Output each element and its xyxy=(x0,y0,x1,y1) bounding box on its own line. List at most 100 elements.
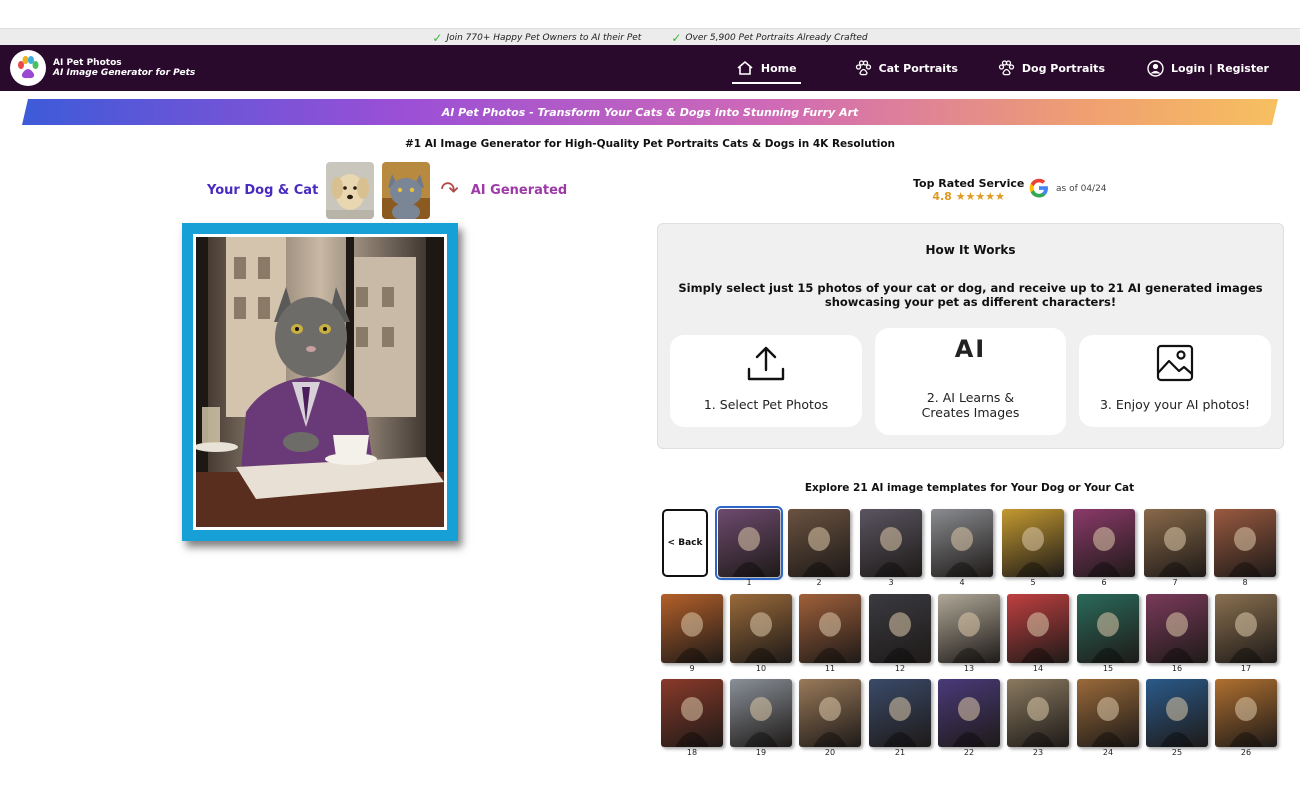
template-tile[interactable] xyxy=(869,594,931,663)
template-number: 11 xyxy=(824,664,836,673)
hero-banner: AI Pet Photos - Transform Your Cats & Do… xyxy=(22,99,1278,125)
template-number: 8 xyxy=(1242,578,1248,587)
nav-links: Home Cat Portraits Dog Portraits Login |… xyxy=(731,45,1300,91)
template-number: 10 xyxy=(755,664,767,673)
template-number: 24 xyxy=(1102,748,1114,757)
explore-title: Explore 21 AI image templates for Your D… xyxy=(804,482,1135,494)
template-tile[interactable] xyxy=(938,679,1000,747)
template-number: 25 xyxy=(1171,748,1183,757)
template-tile[interactable] xyxy=(661,594,723,663)
step-enjoy-photos[interactable]: 3. Enjoy your AI photos! xyxy=(1079,335,1271,427)
template-tile[interactable] xyxy=(730,679,792,747)
template-tile[interactable] xyxy=(931,509,993,577)
template-tile[interactable] xyxy=(799,594,861,663)
announcement-bar: ✓ Join 770+ Happy Pet Owners to AI their… xyxy=(0,28,1300,46)
step3-label: 3. Enjoy your AI photos! xyxy=(1099,397,1251,412)
nav-cat-portraits[interactable]: Cat Portraits xyxy=(855,45,958,91)
template-tile[interactable] xyxy=(1146,594,1208,663)
template-tile[interactable] xyxy=(715,506,783,580)
template-number: 20 xyxy=(824,748,836,757)
top-spacer xyxy=(0,0,1300,28)
template-tile[interactable] xyxy=(1146,679,1208,747)
rating-title: Top Rated Service xyxy=(913,177,1025,190)
nav-login-label: Login | Register xyxy=(1171,61,1269,75)
template-tile[interactable] xyxy=(730,594,792,663)
ai-generated-label: AI Generated xyxy=(470,182,568,198)
announcement-text: Over 5,900 Pet Portraits Already Crafted xyxy=(685,32,868,43)
nav-home-label: Home xyxy=(760,61,797,75)
back-button[interactable]: < Back xyxy=(662,509,708,577)
brand-tagline: AI Image Generator for Pets xyxy=(53,68,196,78)
template-tile[interactable] xyxy=(1073,509,1135,577)
template-tile[interactable] xyxy=(869,679,931,747)
template-tile[interactable] xyxy=(1002,509,1064,577)
announcement-item: ✓ Over 5,900 Pet Portraits Already Craft… xyxy=(671,31,867,45)
step-select-photos[interactable]: 1. Select Pet Photos xyxy=(670,335,862,427)
rating-date: as of 04/24 xyxy=(1056,184,1107,194)
template-tile[interactable] xyxy=(1144,509,1206,577)
how-title: How It Works xyxy=(925,243,1016,257)
step2-label: 2. AI Learns & Creates Images xyxy=(921,390,1020,420)
nav-home[interactable]: Home xyxy=(731,45,801,91)
paw-icon xyxy=(998,60,1015,76)
rating-badge: Top Rated Service 4.8 ★★★★★ xyxy=(913,177,1024,203)
image-icon xyxy=(1079,343,1271,383)
template-tile[interactable] xyxy=(1077,594,1139,663)
nav-cat-label: Cat Portraits xyxy=(878,61,958,75)
paw-logo-icon[interactable] xyxy=(10,50,46,86)
check-icon: ✓ xyxy=(432,30,443,45)
template-tile[interactable] xyxy=(1007,594,1069,663)
template-number: 7 xyxy=(1172,578,1178,587)
page-headline: #1 AI Image Generator for High-Quality P… xyxy=(404,138,896,150)
rating-score: 4.8 xyxy=(932,190,952,203)
template-number: 19 xyxy=(755,748,767,757)
user-icon xyxy=(1147,59,1164,77)
template-tile[interactable] xyxy=(860,509,922,577)
before-after-comparison: Your Dog & Cat ↷ AI Generated xyxy=(207,161,567,219)
step1-label: 1. Select Pet Photos xyxy=(703,397,829,412)
nav-dog-portraits[interactable]: Dog Portraits xyxy=(998,45,1105,91)
home-icon xyxy=(737,60,753,75)
brand[interactable]: AI Pet Photos AI Image Generator for Pet… xyxy=(53,58,195,78)
template-number: 6 xyxy=(1101,578,1107,587)
template-number: 1 xyxy=(746,578,752,587)
paw-icon xyxy=(855,60,871,76)
template-number: 18 xyxy=(686,748,698,757)
template-tile[interactable] xyxy=(1215,594,1277,663)
dog-thumbnail xyxy=(326,161,375,219)
template-number: 22 xyxy=(963,748,975,757)
template-tile[interactable] xyxy=(661,679,723,747)
template-tile[interactable] xyxy=(1007,679,1069,747)
template-tile[interactable] xyxy=(788,509,850,577)
nav-dog-label: Dog Portraits xyxy=(1021,61,1105,75)
how-description: Simply select just 15 photos of your cat… xyxy=(678,281,1263,309)
featured-portrait-image[interactable] xyxy=(196,237,444,527)
template-number: 3 xyxy=(888,578,894,587)
banner-text: AI Pet Photos - Transform Your Cats & Do… xyxy=(441,105,859,119)
announcement-item: ✓ Join 770+ Happy Pet Owners to AI their… xyxy=(432,31,641,45)
template-number: 23 xyxy=(1032,748,1044,757)
template-number: 12 xyxy=(894,664,906,673)
template-number: 26 xyxy=(1240,748,1252,757)
curved-arrow-icon: ↷ xyxy=(440,177,459,203)
google-icon xyxy=(1028,177,1050,199)
template-number: 14 xyxy=(1032,664,1044,673)
template-tile[interactable] xyxy=(1215,679,1277,747)
template-number: 21 xyxy=(894,748,906,757)
template-tile[interactable] xyxy=(799,679,861,747)
check-icon: ✓ xyxy=(671,30,682,45)
announcement-text: Join 770+ Happy Pet Owners to AI their P… xyxy=(446,32,642,43)
template-tile[interactable] xyxy=(938,594,1000,663)
template-number: 17 xyxy=(1240,664,1252,673)
nav-login-register[interactable]: Login | Register xyxy=(1147,45,1269,91)
template-number: 9 xyxy=(689,664,695,673)
template-tile[interactable] xyxy=(1214,509,1276,577)
navbar: AI Pet Photos AI Image Generator for Pet… xyxy=(0,45,1300,91)
template-tile[interactable] xyxy=(1077,679,1139,747)
ai-icon: AI xyxy=(954,335,987,363)
cat-thumbnail xyxy=(382,161,431,219)
template-number: 13 xyxy=(963,664,975,673)
template-number: 4 xyxy=(959,578,965,587)
template-number: 15 xyxy=(1102,664,1114,673)
step-ai-learns[interactable]: AI 2. AI Learns & Creates Images xyxy=(875,328,1066,435)
